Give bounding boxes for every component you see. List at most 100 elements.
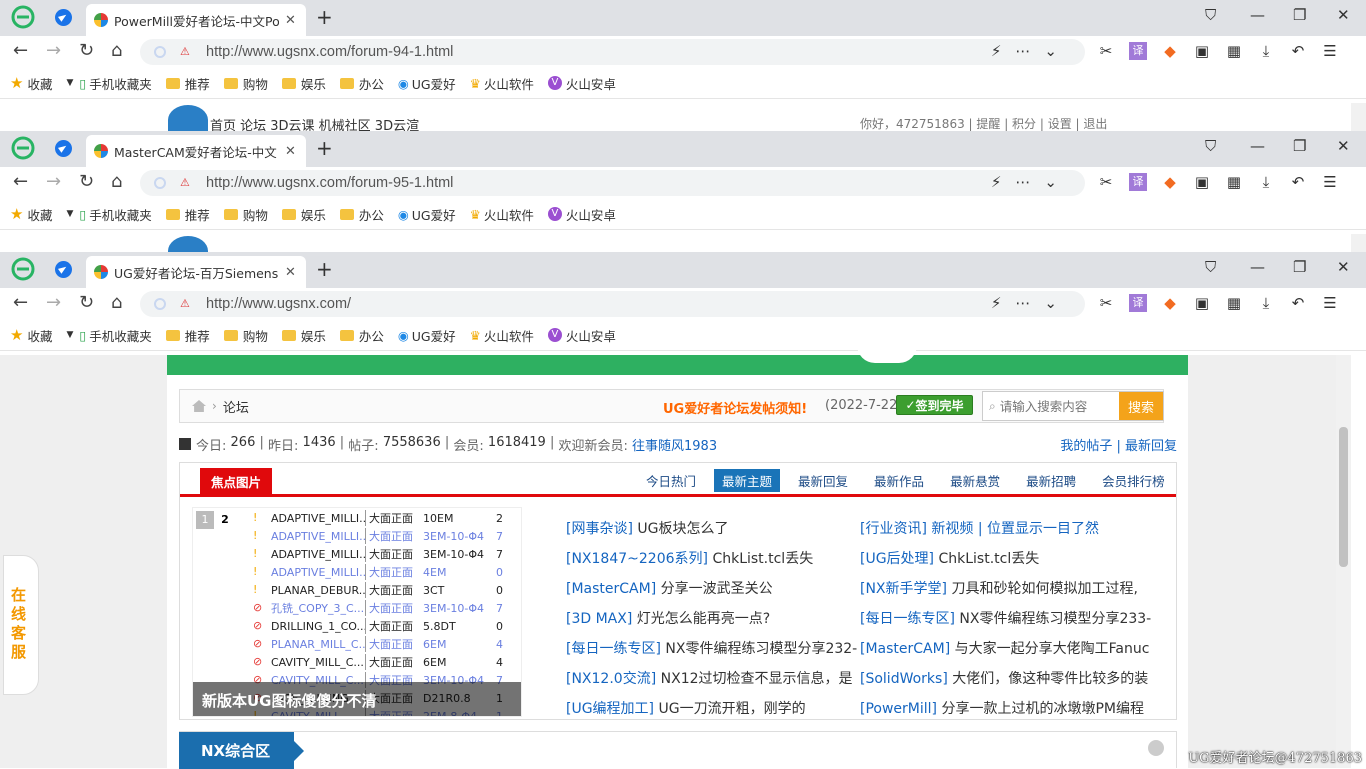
post-category[interactable]: [MasterCAM]: [860, 641, 950, 657]
bookmark-mobile[interactable]: ▯手机收藏夹: [79, 326, 151, 345]
focus-image[interactable]: !ADAPTIVE_MILLI...大面正面10EM2!ADAPTIVE_MIL…: [192, 507, 522, 717]
bookmark-huoshan[interactable]: ♛火山软件: [470, 326, 534, 345]
bookmark-huoshan-android[interactable]: V火山安卓: [548, 326, 616, 345]
scrollbar[interactable]: [1351, 234, 1366, 252]
tab-latest-replies[interactable]: 最新回复: [798, 469, 848, 492]
game-icon[interactable]: ◆: [1161, 42, 1179, 60]
post-category[interactable]: [UG后处理]: [860, 551, 934, 567]
tab-latest-bounties[interactable]: 最新悬赏: [950, 469, 1000, 492]
menu-icon[interactable]: ☰: [1321, 42, 1339, 60]
new-tab-icon[interactable]: +: [316, 257, 333, 281]
close-tab-icon[interactable]: ✕: [285, 144, 296, 159]
scissors-icon[interactable]: ✂: [1097, 42, 1115, 60]
post-title[interactable]: 大佬们，像这种零件比较多的装: [952, 671, 1148, 687]
post-title[interactable]: NX零件编程练习模型分享233-: [959, 611, 1151, 627]
bookmark-favorites[interactable]: ★收藏: [10, 74, 52, 93]
telegram-icon[interactable]: [55, 261, 72, 278]
bookmark-folder[interactable]: 办公: [340, 326, 384, 345]
post-category[interactable]: [NX1847~2206系列]: [566, 551, 708, 567]
scrollbar[interactable]: [1351, 103, 1366, 131]
bookmark-folder[interactable]: 娱乐: [282, 205, 326, 224]
shirt-icon[interactable]: ⛉: [1205, 258, 1216, 276]
tab-today-hot[interactable]: 今日热门: [646, 469, 696, 492]
bookmark-folder[interactable]: 娱乐: [282, 326, 326, 345]
post-item[interactable]: [每日一练专区] NX零件编程练习模型分享233-: [860, 608, 1151, 638]
bookmark-huoshan[interactable]: ♛火山软件: [470, 74, 534, 93]
post-title[interactable]: NX零件编程练习模型分享232-: [665, 641, 857, 657]
notice-link[interactable]: UG爱好者论坛发帖须知!: [663, 398, 807, 417]
bookmark-folder[interactable]: 办公: [340, 74, 384, 93]
site-nav[interactable]: 首页 论坛 3D云课 机械社区 3D云渲: [210, 115, 419, 131]
close-window-icon[interactable]: ✕: [1337, 137, 1350, 155]
back-icon[interactable]: ←: [13, 171, 28, 192]
translate-icon[interactable]: 译: [1129, 173, 1147, 191]
online-service-tab[interactable]: 在线客服: [3, 555, 39, 695]
post-category[interactable]: [MasterCAM]: [566, 581, 656, 597]
my-posts-link[interactable]: 我的帖子: [1060, 439, 1112, 454]
post-title[interactable]: 分享一波武圣关公: [661, 581, 773, 597]
bookmark-favorites[interactable]: ★收藏: [10, 326, 52, 345]
post-title[interactable]: UG一刀流开粗，刚学的: [658, 701, 805, 717]
browser-logo-icon[interactable]: [11, 5, 35, 29]
chevron-down-icon[interactable]: ▼: [66, 330, 73, 340]
translate-icon[interactable]: 译: [1129, 42, 1147, 60]
forward-icon[interactable]: →: [46, 40, 61, 61]
post-title[interactable]: 刀具和砂轮如何模拟加工过程,: [951, 581, 1137, 597]
apps-icon[interactable]: ▦: [1225, 294, 1243, 312]
reload-icon[interactable]: ↻: [79, 292, 94, 313]
post-title[interactable]: ChkList.tcl丢失: [938, 551, 1039, 567]
home-icon[interactable]: ⌂: [111, 40, 122, 61]
bookmark-folder[interactable]: 推荐: [166, 74, 210, 93]
checkin-button[interactable]: ✓签到完毕: [896, 395, 973, 415]
url-actions-icon[interactable]: ⚡⋯⌄: [991, 42, 1071, 60]
post-item[interactable]: [NX1847~2206系列] ChkList.tcl丢失: [566, 548, 857, 578]
post-title[interactable]: 分享一款上过机的冰墩墩PM编程: [941, 701, 1144, 717]
close-tab-icon[interactable]: ✕: [285, 265, 296, 280]
search-input[interactable]: [1000, 399, 1110, 414]
tab-latest-works[interactable]: 最新作品: [874, 469, 924, 492]
minimize-icon[interactable]: —: [1250, 258, 1265, 276]
post-item[interactable]: [NX12.0交流] NX12过切检查不显示信息，是: [566, 668, 857, 698]
bookmark-folder[interactable]: 购物: [224, 326, 268, 345]
menu-icon[interactable]: ☰: [1321, 294, 1339, 312]
post-category[interactable]: [网事杂谈]: [566, 521, 633, 537]
url-field[interactable]: ⚠ http://www.ugsnx.com/forum-94-1.html ⚡…: [140, 39, 1085, 65]
post-title[interactable]: 与大家一起分享大佬陶工Fanuc: [955, 641, 1150, 657]
tab-latest-jobs[interactable]: 最新招聘: [1026, 469, 1076, 492]
browser-tab[interactable]: PowerMill爱好者论坛-中文Po ✕: [86, 4, 306, 36]
post-title[interactable]: 新视频 | 位置显示一目了然: [931, 521, 1099, 537]
search-button[interactable]: 搜索: [1119, 392, 1163, 420]
user-links[interactable]: 你好，472751863 | 提醒 | 积分 | 设置 | 退出: [860, 115, 1107, 131]
post-category[interactable]: [PowerMill]: [860, 701, 937, 717]
download-icon[interactable]: ⤓: [1257, 42, 1275, 60]
back-icon[interactable]: ←: [13, 292, 28, 313]
collapse-icon[interactable]: [1148, 740, 1164, 756]
close-tab-icon[interactable]: ✕: [285, 13, 296, 28]
home-icon[interactable]: ⌂: [111, 171, 122, 192]
telegram-icon[interactable]: [55, 140, 72, 157]
focus-images-tab[interactable]: 焦点图片: [200, 468, 272, 494]
new-tab-icon[interactable]: +: [316, 136, 333, 160]
bookmark-folder[interactable]: 推荐: [166, 326, 210, 345]
minimize-icon[interactable]: —: [1250, 137, 1265, 155]
post-title[interactable]: NX12过切检查不显示信息，是: [661, 671, 853, 687]
bookmark-mobile[interactable]: ▯手机收藏夹: [79, 74, 151, 93]
url-actions-icon[interactable]: ⚡⋯⌄: [991, 294, 1071, 312]
browser-logo-icon[interactable]: [11, 136, 35, 160]
undo-icon[interactable]: ↶: [1289, 294, 1307, 312]
bookmark-folder[interactable]: 娱乐: [282, 74, 326, 93]
post-category[interactable]: [NX新手学堂]: [860, 581, 947, 597]
home-icon[interactable]: [192, 400, 206, 412]
post-category[interactable]: [每日一练专区]: [566, 641, 661, 657]
post-category[interactable]: [NX12.0交流]: [566, 671, 656, 687]
download-icon[interactable]: ⤓: [1257, 294, 1275, 312]
scrollbar-thumb[interactable]: [1339, 427, 1348, 567]
back-icon[interactable]: ←: [13, 40, 28, 61]
post-item[interactable]: [行业资讯] 新视频 | 位置显示一目了然: [860, 518, 1151, 548]
scissors-icon[interactable]: ✂: [1097, 294, 1115, 312]
telegram-icon[interactable]: [55, 9, 72, 26]
download-icon[interactable]: ⤓: [1257, 173, 1275, 191]
close-window-icon[interactable]: ✕: [1337, 258, 1350, 276]
new-tab-icon[interactable]: +: [316, 5, 333, 29]
apps-icon[interactable]: ▦: [1225, 173, 1243, 191]
